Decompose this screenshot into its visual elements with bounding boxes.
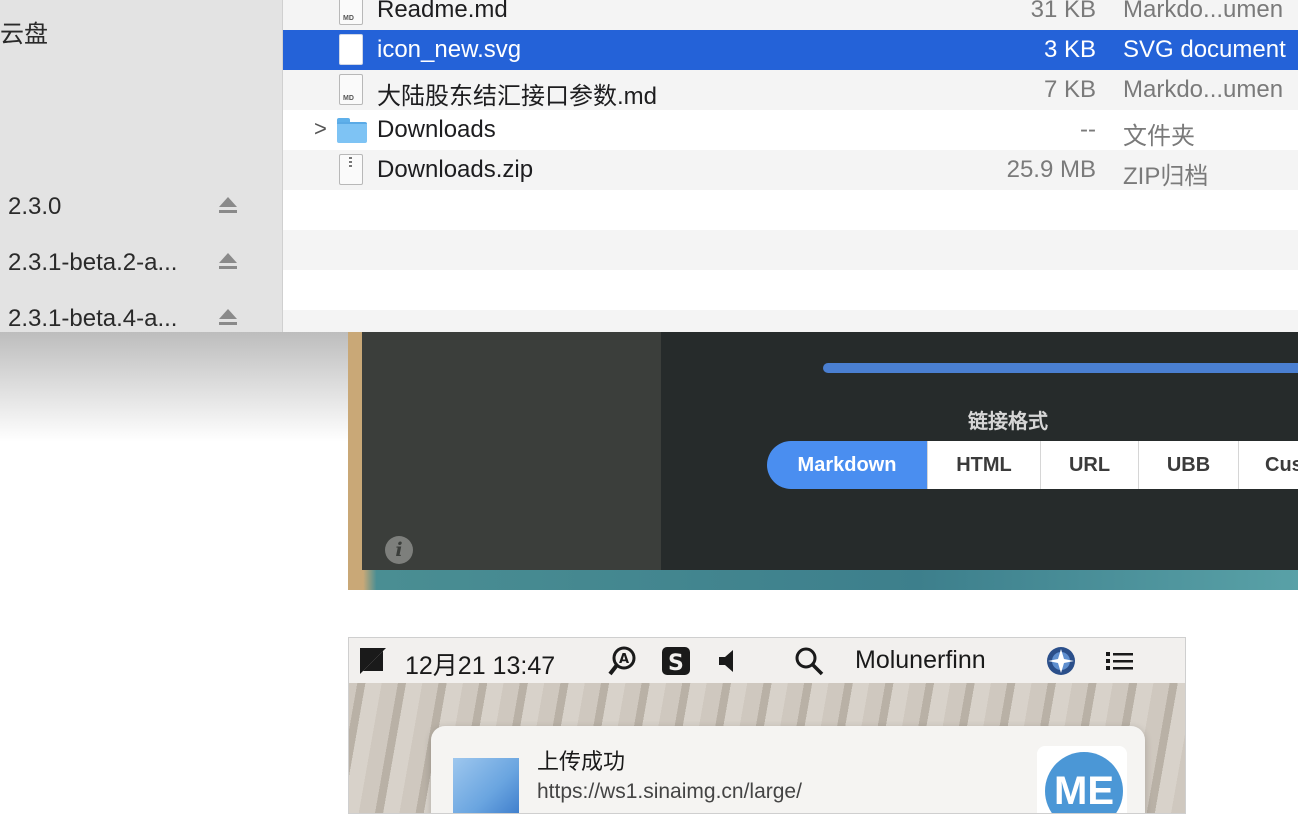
svg-file-icon [339,34,363,65]
folder-icon [337,118,367,143]
file-kind: 文件夹 [1123,123,1195,150]
volume-icon[interactable] [713,645,745,677]
format-option-url[interactable]: URL [1040,441,1138,489]
file-name: icon_new.svg [377,36,522,63]
search-icon[interactable] [793,645,825,677]
finder-sidebar: 云盘 2.3.0 2.3.1-beta.2-a... 2.3.1-beta.4-… [0,0,283,332]
menu-bar: 12月21 13:47 A S Molunerfinn [349,638,1185,683]
app-logo-icon: ME [1037,746,1127,813]
link-format-label: 链接格式 [968,411,1048,433]
file-kind: ZIP归档 [1123,163,1209,190]
format-option-html[interactable]: HTML [927,441,1040,489]
file-row-selected[interactable]: icon_new.svg 3 KB SVG document [283,30,1298,70]
app-logo-text: ME [1045,752,1123,813]
file-name: 大陆股东结汇接口参数.md [377,83,658,110]
file-name: Downloads.zip [377,156,534,183]
list-icon[interactable] [1103,645,1135,677]
empty-row [283,190,1298,230]
file-list: MD Readme.md 31 KB Markdo...umen icon_ne… [283,0,1298,332]
sidebar-item-label: 云盘 [0,21,48,48]
file-row[interactable]: MD 大陆股东结汇接口参数.md 7 KB Markdo...umen [283,70,1298,110]
tool-icon[interactable]: A [607,645,639,677]
svg-text:A: A [619,652,629,667]
volume-label: 2.3.1-beta.4-a... [8,305,178,332]
uploaded-image-thumbnail [453,758,519,813]
file-row[interactable]: > Downloads -- 文件夹 [283,110,1298,150]
info-icon[interactable]: i [385,536,413,564]
file-size: 3 KB [1043,36,1096,63]
disclosure-triangle-icon[interactable]: > [314,116,327,142]
menu-username[interactable]: Molunerfinn [855,646,986,675]
volume-label: 2.3.0 [8,193,62,220]
file-size: 31 KB [1030,0,1096,23]
uploader-window: i 链接格式 Markdown HTML URL UBB Cus [348,332,1298,590]
empty-row [283,270,1298,310]
eject-icon[interactable] [218,253,238,273]
format-option-markdown[interactable]: Markdown [767,441,927,489]
file-name: Downloads [377,116,496,143]
upload-progress-bar [823,363,1298,373]
volume-label: 2.3.1-beta.2-a... [8,249,178,276]
file-row[interactable]: MD Readme.md 31 KB Markdo...umen [283,0,1298,30]
empty-row [283,310,1298,332]
svg-text:S: S [668,651,684,676]
notification-title: 上传成功 [537,749,626,774]
link-format-selector: Markdown HTML URL UBB Cus [767,441,1298,489]
file-size: 25.9 MB [1006,156,1096,183]
finder-window: 云盘 2.3.0 2.3.1-beta.2-a... 2.3.1-beta.4-… [0,0,1298,332]
format-option-custom[interactable]: Cus [1238,441,1298,489]
menu-datetime[interactable]: 12月21 13:47 [405,646,555,682]
file-size: -- [1080,116,1096,143]
file-kind: Markdo...umen [1123,76,1284,103]
s-app-icon[interactable]: S [660,645,692,677]
menubar-screenshot: 12月21 13:47 A S Molunerfinn 上传成功 https:/… [348,637,1186,814]
uploader-left-pane: i [362,332,661,570]
window-shadow [0,332,348,442]
file-row[interactable]: Downloads.zip 25.9 MB ZIP归档 [283,150,1298,190]
sidebar-item-cloud[interactable]: 云盘 [0,14,48,49]
eject-icon[interactable] [218,309,238,329]
picgo-icon[interactable] [357,645,389,677]
file-kind: SVG document [1123,36,1286,63]
file-kind: Markdo...umen [1123,0,1284,23]
file-size: 7 KB [1043,76,1096,103]
notification-url: https://ws1.sinaimg.cn/large/ [537,780,802,803]
md-file-icon: MD [339,0,363,25]
sidebar-volume-2-3-1-beta-2[interactable]: 2.3.1-beta.2-a... [8,245,258,281]
sidebar-volume-2-3-0[interactable]: 2.3.0 [8,189,258,225]
eject-icon[interactable] [218,197,238,217]
md-file-icon: MD [339,74,363,105]
empty-row [283,230,1298,270]
user-globe-icon[interactable] [1045,645,1077,677]
format-option-ubb[interactable]: UBB [1138,441,1238,489]
file-name: Readme.md [377,0,508,23]
upload-notification[interactable]: 上传成功 https://ws1.sinaimg.cn/large/ ME [431,726,1145,813]
zip-file-icon [339,154,363,185]
